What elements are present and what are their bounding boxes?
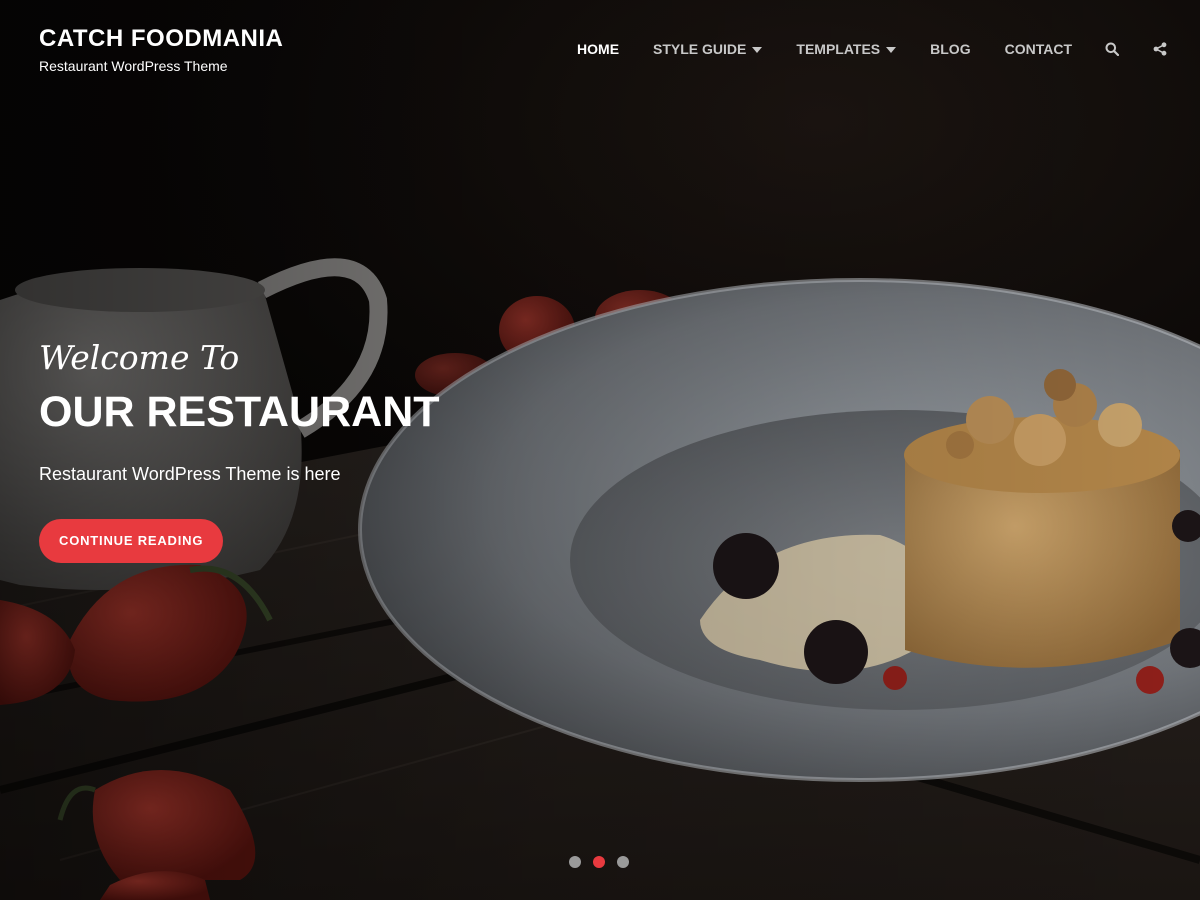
nav-item-label: BLOG — [930, 41, 971, 57]
nav-item-label: STYLE GUIDE — [653, 41, 747, 57]
slide-dot-3[interactable] — [617, 856, 629, 868]
slide-dot-2[interactable] — [593, 856, 605, 868]
search-toggle-button[interactable] — [1104, 41, 1120, 57]
site-header: CATCH FOODMANIA Restaurant WordPress The… — [0, 0, 1200, 100]
search-icon — [1105, 42, 1119, 56]
share-toggle-button[interactable] — [1152, 41, 1168, 57]
site-title-link[interactable]: CATCH FOODMANIA — [39, 24, 283, 54]
featured-slide: Welcome To OUR RESTAURANT Restaurant Wor… — [39, 338, 559, 563]
nav-item-home[interactable]: HOME — [577, 41, 619, 57]
site-tagline: Restaurant WordPress Theme — [39, 58, 228, 74]
nav-item-label: TEMPLATES — [796, 41, 881, 57]
slide-title: OUR RESTAURANT — [39, 388, 440, 436]
nav-item-templates[interactable]: TEMPLATES — [796, 41, 897, 57]
share-icon — [1153, 42, 1167, 56]
caret-down-icon — [886, 46, 897, 53]
site-branding: CATCH FOODMANIA Restaurant WordPress The… — [39, 24, 283, 74]
slider-pager — [569, 856, 641, 868]
slide-dot-1[interactable] — [569, 856, 581, 868]
nav-item-contact[interactable]: CONTACT — [1005, 41, 1072, 57]
nav-item-style-guide[interactable]: STYLE GUIDE — [653, 41, 763, 57]
nav-item-label: CONTACT — [1004, 41, 1072, 57]
slide-description: Restaurant WordPress Theme is here — [39, 464, 341, 484]
continue-reading-button[interactable]: CONTINUE READING — [39, 519, 224, 563]
nav-item-label: HOME — [577, 41, 620, 57]
nav-item-blog[interactable]: BLOG — [930, 41, 970, 57]
main-navigation: HOME STYLE GUIDE TEMPLATES BLOG CONTACT — [543, 38, 1168, 60]
caret-down-icon — [752, 46, 763, 53]
slide-kicker: Welcome To — [39, 338, 240, 377]
